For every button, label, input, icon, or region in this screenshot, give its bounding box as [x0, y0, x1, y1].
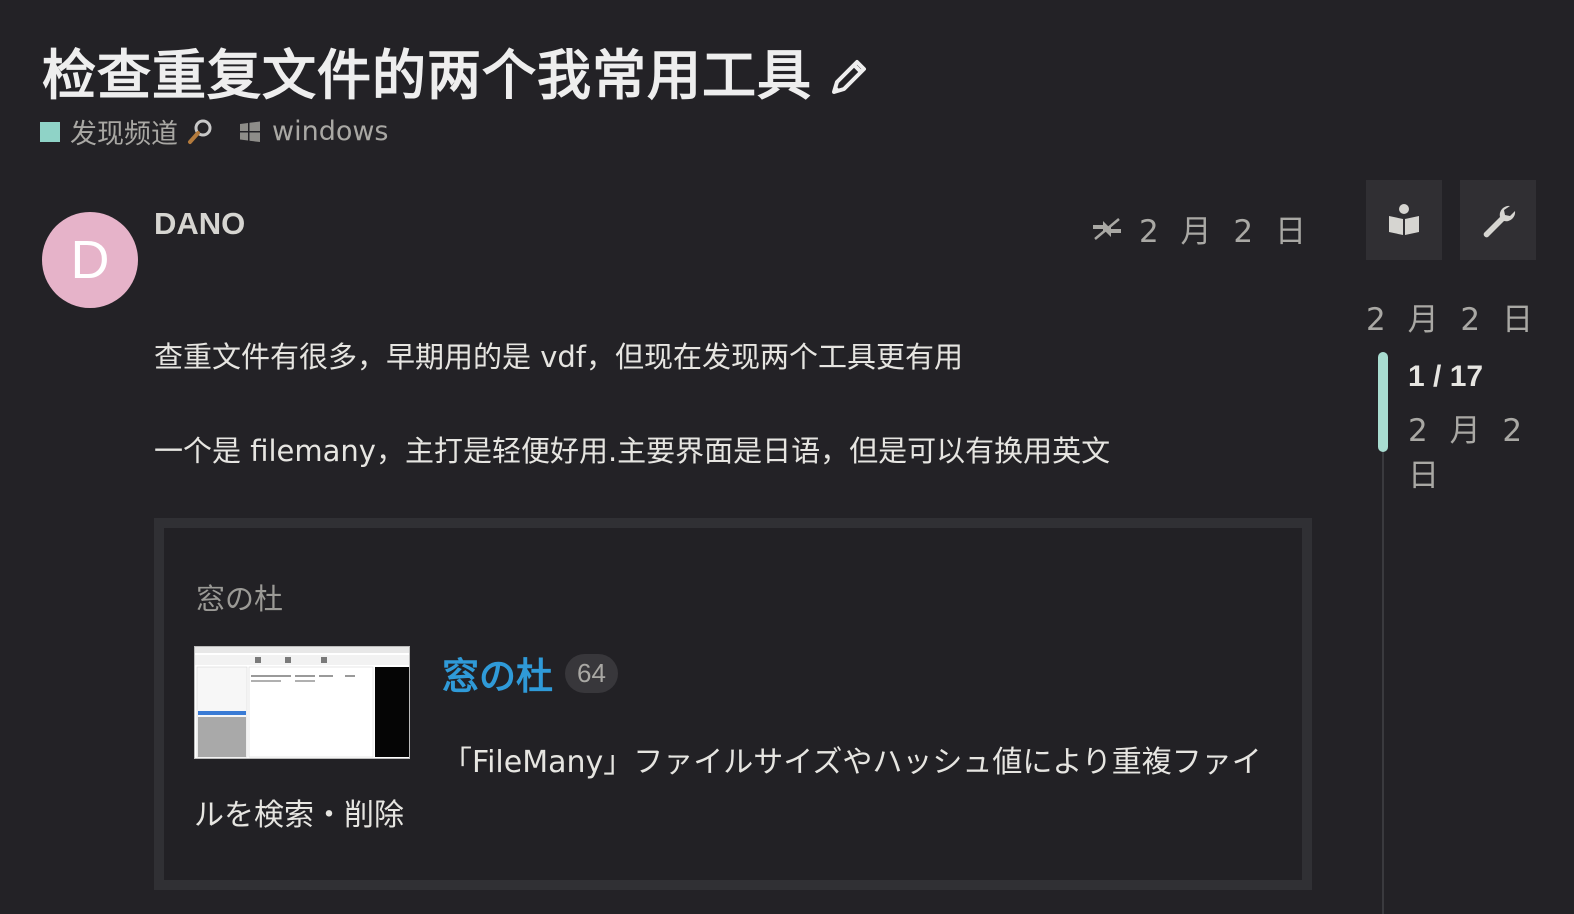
admin-wrench-button[interactable]: [1460, 180, 1536, 260]
link-onebox: 窓の杜 窓の杜 64 「FileMany」ファイルサイズやハッシュ値により重複フ…: [154, 518, 1312, 890]
onebox-title-row: 窓の杜 64: [442, 646, 618, 700]
username[interactable]: DANO: [154, 206, 245, 242]
timeline-start-date[interactable]: 2 月 2 日: [1366, 294, 1539, 339]
onebox-title-link[interactable]: 窓の杜: [442, 646, 553, 700]
timeline-current-date: 2 月 2 日: [1408, 413, 1529, 494]
category-color-badge: [40, 121, 60, 142]
timeline-handle[interactable]: [1378, 352, 1388, 452]
avatar-letter: D: [70, 230, 110, 290]
wrench-icon: [1483, 205, 1516, 238]
summarize-button[interactable]: [1366, 180, 1442, 260]
click-count-badge: 64: [565, 653, 618, 693]
windows-icon: [240, 121, 260, 142]
onebox-source[interactable]: 窓の杜: [196, 576, 1270, 618]
onebox-description: 「FileMany」ファイルサイズやハッシュ値により重複ファイルを検索・削除: [194, 745, 1262, 833]
post-body: 查重文件有很多，早期用的是 vdf，但现在发现两个工具更有用 一个是 filem…: [154, 334, 1294, 522]
topic-meta: 发现频道 windows: [40, 112, 389, 151]
post-date[interactable]: 2 月 2 日: [1139, 206, 1312, 251]
magnifier-icon: [188, 119, 212, 144]
topic-header: 检查重复文件的两个我常用工具: [42, 40, 874, 112]
category-link[interactable]: 发现频道: [70, 112, 178, 151]
avatar[interactable]: D: [42, 212, 138, 308]
book-reader-icon: [1389, 204, 1419, 235]
post-paragraph: 一个是 filemany，主打是轻便好用.主要界面是日语，但是可以有换用英文: [154, 434, 1111, 468]
timeline-position: 1 / 17: [1408, 360, 1484, 393]
pencil-icon[interactable]: [826, 52, 874, 100]
collapsed-arrows-icon: [1092, 217, 1121, 240]
post-paragraph: 查重文件有很多，早期用的是 vdf，但现在发现两个工具更有用: [154, 340, 963, 374]
topic-title[interactable]: 检查重复文件的两个我常用工具: [42, 40, 812, 112]
post-meta: 2 月 2 日: [1080, 206, 1312, 251]
tag-link[interactable]: windows: [272, 116, 389, 147]
